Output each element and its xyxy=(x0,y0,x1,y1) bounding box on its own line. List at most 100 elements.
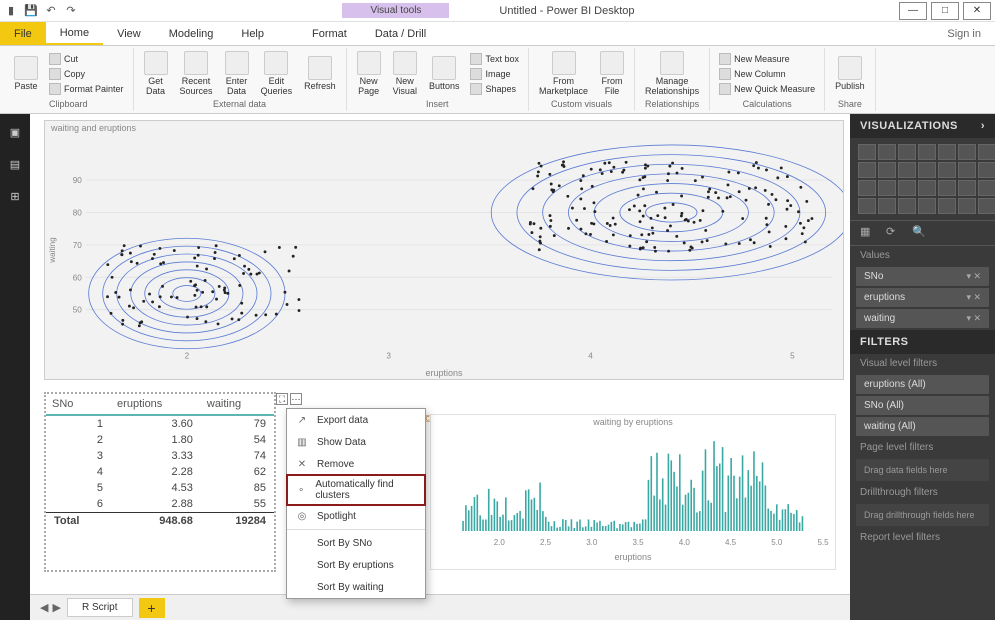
menu-auto-find-clusters[interactable]: ∘Automatically find clusters xyxy=(287,475,425,505)
field-well[interactable]: waiting▾ ✕ xyxy=(856,309,989,328)
from-marketplace-button[interactable]: From Marketplace xyxy=(535,49,592,99)
recent-sources-button[interactable]: Recent Sources xyxy=(176,49,217,99)
minimize-icon[interactable]: — xyxy=(899,2,927,20)
viz-type-icon[interactable] xyxy=(978,180,995,196)
text-box-button[interactable]: Text box xyxy=(467,52,522,66)
scatter-chart-visual[interactable]: waiting and eruptions 50607080902345wait… xyxy=(44,120,844,380)
viz-type-icon[interactable] xyxy=(958,198,976,214)
viz-type-icon[interactable] xyxy=(958,180,976,196)
viz-type-icon[interactable] xyxy=(898,198,916,214)
field-well[interactable]: SNo▾ ✕ xyxy=(856,267,989,286)
tab-modeling[interactable]: Modeling xyxy=(155,22,228,45)
viz-type-icon[interactable] xyxy=(938,198,956,214)
field-well[interactable]: eruptions▾ ✕ xyxy=(856,288,989,307)
viz-type-icon[interactable] xyxy=(958,162,976,178)
menu-show-data[interactable]: ▥Show Data xyxy=(287,431,425,453)
analytics-icon[interactable]: 🔍 xyxy=(912,225,928,241)
new-measure-button[interactable]: New Measure xyxy=(716,52,818,66)
report-view-icon[interactable]: ▣ xyxy=(5,122,25,142)
maximize-icon[interactable]: □ xyxy=(931,2,959,20)
drillthrough-drop[interactable]: Drag drillthrough fields here xyxy=(856,504,989,526)
viz-type-icon[interactable] xyxy=(938,162,956,178)
menu-remove[interactable]: ✕Remove xyxy=(287,453,425,475)
viz-type-icon[interactable] xyxy=(978,144,995,160)
enter-data-button[interactable]: Enter Data xyxy=(221,49,253,99)
visual-filter-item[interactable]: SNo (All) xyxy=(856,396,989,415)
remove-field-icon[interactable]: ▾ ✕ xyxy=(966,313,981,324)
copy-button[interactable]: Copy xyxy=(46,67,127,81)
visual-filter-item[interactable]: eruptions (All) xyxy=(856,375,989,394)
viz-type-icon[interactable] xyxy=(918,180,936,196)
viz-type-icon[interactable] xyxy=(978,198,995,214)
menu-sort-sno[interactable]: Sort By SNo xyxy=(287,532,425,554)
visual-filter-item[interactable]: waiting (All) xyxy=(856,417,989,436)
viz-type-icon[interactable] xyxy=(898,162,916,178)
tab-file[interactable]: File xyxy=(0,22,46,45)
close-icon[interactable]: ✕ xyxy=(963,2,991,20)
table-header[interactable]: waiting xyxy=(201,394,274,415)
visualizations-header[interactable]: VISUALIZATIONS› xyxy=(850,114,995,138)
page-tab[interactable]: R Script xyxy=(67,598,133,617)
model-view-icon[interactable]: ⊞ xyxy=(5,186,25,206)
paste-button[interactable]: Paste xyxy=(10,54,42,94)
format-icon[interactable]: ⟳ xyxy=(886,225,902,241)
viz-type-icon[interactable] xyxy=(858,198,876,214)
save-icon[interactable]: 💾 xyxy=(24,4,38,18)
viz-type-icon[interactable] xyxy=(878,180,896,196)
report-canvas[interactable]: waiting and eruptions 50607080902345wait… xyxy=(30,114,850,620)
viz-type-icon[interactable] xyxy=(858,180,876,196)
viz-type-icon[interactable] xyxy=(918,198,936,214)
filters-header[interactable]: FILTERS xyxy=(850,330,995,354)
viz-type-icon[interactable] xyxy=(878,144,896,160)
menu-sort-waiting[interactable]: Sort By waiting xyxy=(287,576,425,598)
page-next-icon[interactable]: ▶ xyxy=(52,601,60,614)
viz-type-icon[interactable] xyxy=(978,162,995,178)
table-visual[interactable]: ⛶ ⋯ SNoeruptionswaiting 13.607921.805433… xyxy=(44,392,276,572)
viz-type-icon[interactable] xyxy=(858,144,876,160)
buttons-button[interactable]: Buttons xyxy=(425,54,464,94)
tab-home[interactable]: Home xyxy=(46,22,103,45)
new-column-button[interactable]: New Column xyxy=(716,67,818,81)
tab-help[interactable]: Help xyxy=(227,22,278,45)
sign-in-link[interactable]: Sign in xyxy=(933,22,995,45)
fields-icon[interactable]: ▦ xyxy=(860,225,876,241)
page-filters-drop[interactable]: Drag data fields here xyxy=(856,459,989,481)
table-header[interactable]: SNo xyxy=(46,394,111,415)
remove-field-icon[interactable]: ▾ ✕ xyxy=(966,271,981,282)
format-painter-button[interactable]: Format Painter xyxy=(46,82,127,96)
from-file-button[interactable]: From File xyxy=(596,49,628,99)
manage-relationships-button[interactable]: Manage Relationships xyxy=(641,49,703,99)
viz-type-icon[interactable] xyxy=(878,198,896,214)
viz-type-icon[interactable] xyxy=(898,180,916,196)
table-header[interactable]: eruptions xyxy=(111,394,201,415)
add-page-button[interactable]: + xyxy=(139,598,165,618)
image-button[interactable]: Image xyxy=(467,67,522,81)
publish-button[interactable]: Publish xyxy=(831,54,869,94)
menu-spotlight[interactable]: ◎Spotlight xyxy=(287,505,425,527)
new-quick-measure-button[interactable]: New Quick Measure xyxy=(716,82,818,96)
focus-mode-icon[interactable]: ⛶ xyxy=(276,393,288,405)
data-view-icon[interactable]: ▤ xyxy=(5,154,25,174)
shapes-button[interactable]: Shapes xyxy=(467,82,522,96)
viz-type-icon[interactable] xyxy=(938,144,956,160)
viz-type-icon[interactable] xyxy=(918,162,936,178)
menu-export-data[interactable]: ↗Export data xyxy=(287,409,425,431)
viz-type-icon[interactable] xyxy=(938,180,956,196)
viz-type-icon[interactable] xyxy=(898,144,916,160)
new-visual-button[interactable]: New Visual xyxy=(389,49,421,99)
cut-button[interactable]: Cut xyxy=(46,52,127,66)
edit-queries-button[interactable]: Edit Queries xyxy=(257,49,297,99)
tab-data-drill[interactable]: Data / Drill xyxy=(361,22,440,45)
refresh-button[interactable]: Refresh xyxy=(300,54,340,94)
more-options-icon[interactable]: ⋯ xyxy=(290,393,302,405)
viz-type-icon[interactable] xyxy=(958,144,976,160)
remove-field-icon[interactable]: ▾ ✕ xyxy=(966,292,981,303)
redo-icon[interactable]: ↷ xyxy=(64,4,78,18)
menu-sort-eruptions[interactable]: Sort By eruptions xyxy=(287,554,425,576)
tab-format[interactable]: Format xyxy=(298,22,361,45)
tab-view[interactable]: View xyxy=(103,22,155,45)
column-chart-visual[interactable]: waiting by eruptions 2.02.53.03.54.04.55… xyxy=(430,414,836,570)
undo-icon[interactable]: ↶ xyxy=(44,4,58,18)
page-prev-icon[interactable]: ◀ xyxy=(40,601,48,614)
get-data-button[interactable]: Get Data xyxy=(140,49,172,99)
